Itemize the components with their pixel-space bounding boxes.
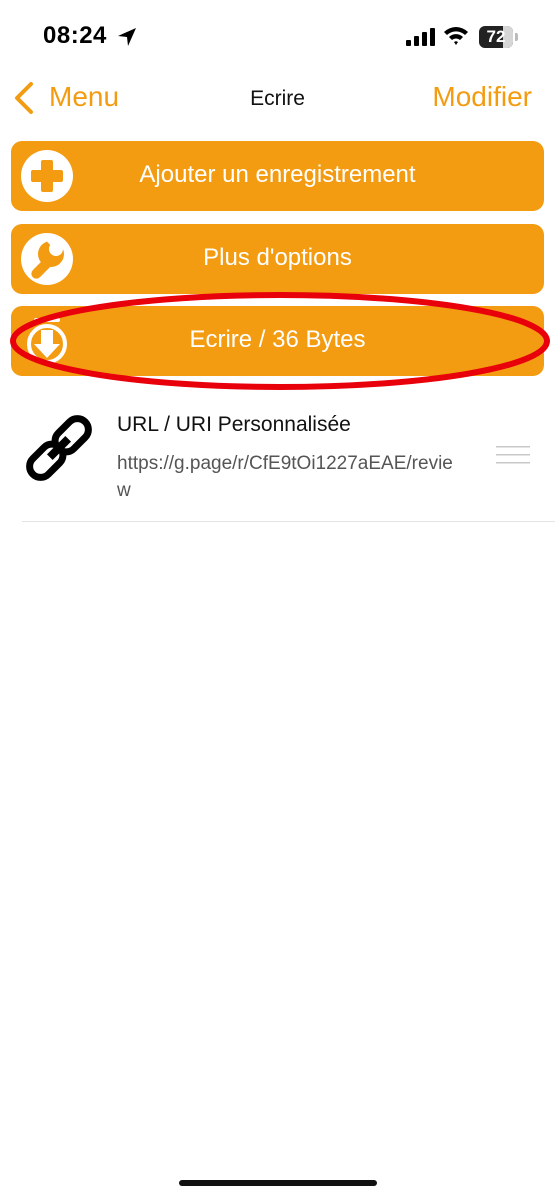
edit-button[interactable]: Modifier: [432, 81, 532, 113]
battery-percent: 72: [486, 27, 506, 46]
status-time: 08:24: [43, 22, 107, 49]
record-value: https://g.page/r/CfE9tOi1227aEAE/review: [117, 453, 453, 501]
divider: [22, 521, 555, 522]
cellular-signal-icon: [406, 28, 435, 46]
more-options-label: Plus d'options: [203, 244, 352, 271]
wifi-icon: [444, 27, 468, 45]
navigation-bar: Menu Ecrire Modifier: [0, 72, 555, 128]
status-bar: 08:24 72: [0, 0, 555, 72]
write-label: Ecrire / 36 Bytes: [189, 326, 366, 353]
write-button[interactable]: Ecrire / 36 Bytes: [11, 306, 544, 376]
home-indicator: [179, 1180, 377, 1186]
list-item[interactable]: URL / URI Personnalisée https://g.page/r…: [0, 400, 555, 522]
location-arrow-icon: [118, 28, 136, 46]
battery-cap: [515, 33, 518, 41]
add-record-label: Ajouter un enregistrement: [139, 161, 416, 188]
battery-icon: 72: [479, 26, 513, 48]
add-record-button[interactable]: Ajouter un enregistrement: [11, 141, 544, 211]
link-icon: [26, 415, 92, 481]
record-title: URL / URI Personnalisée: [117, 413, 351, 436]
drag-handle-icon[interactable]: [496, 444, 530, 466]
more-options-button[interactable]: Plus d'options: [11, 224, 544, 294]
